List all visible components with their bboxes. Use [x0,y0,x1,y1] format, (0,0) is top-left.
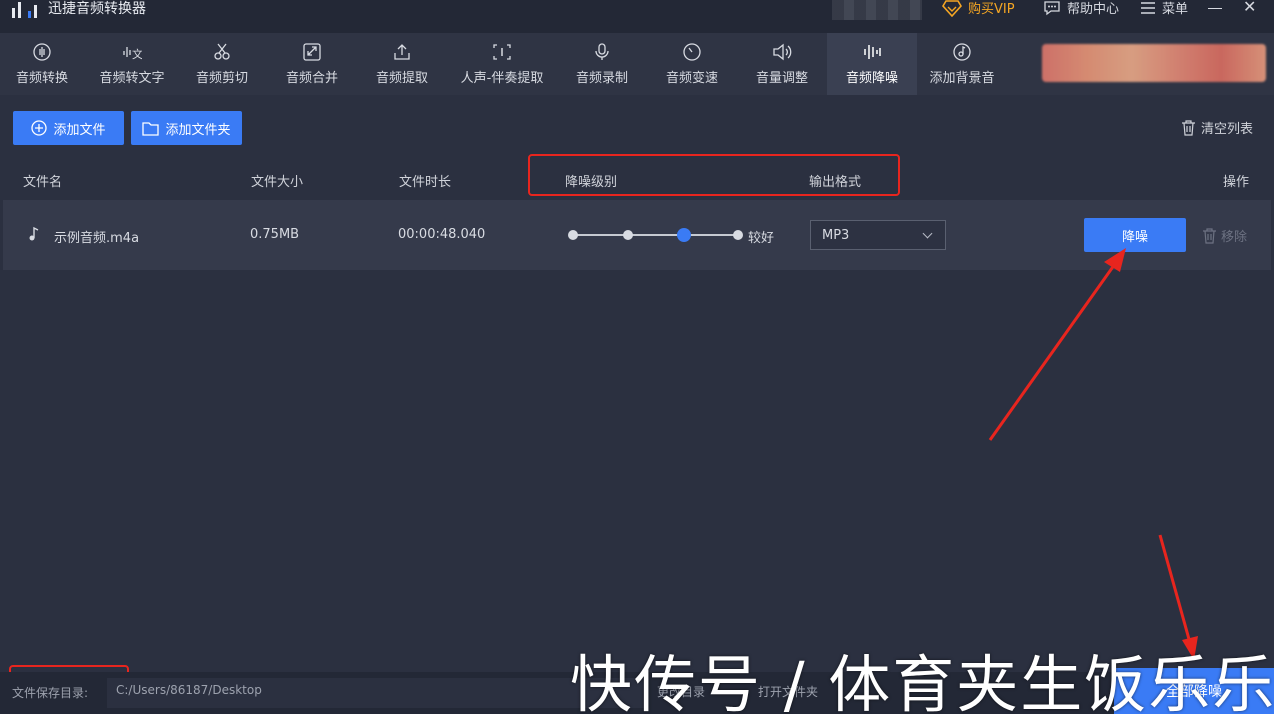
save-path-value: C:/Users/86187/Desktop [116,683,262,697]
arrow-to-denoise [988,253,1124,441]
watermark-text: 快传号 / 体育夹生饭乐乐 [570,648,1274,714]
arrow-to-denoise-all [1158,534,1194,651]
annotation-arrows [988,248,1198,660]
save-dir-label: 文件保存目录: [12,686,89,700]
save-path-field[interactable]: C:/Users/86187/Desktop [107,678,647,708]
